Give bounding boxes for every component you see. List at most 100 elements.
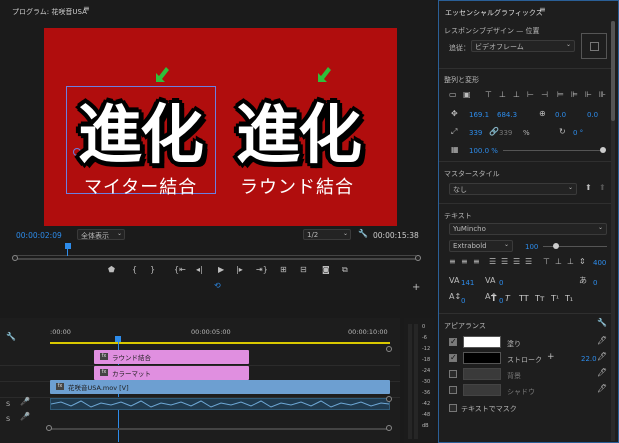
shadow-checkbox[interactable] [449,386,457,394]
pin-center[interactable] [590,42,599,51]
marker-icon[interactable]: ⬟ [108,266,115,274]
camera-icon[interactable]: ◙ [322,266,330,274]
fill-checkbox[interactable] [449,337,457,346]
justify-left-icon[interactable]: ☰ [489,258,496,266]
pin-to-widget[interactable] [581,33,607,59]
anchor-x[interactable]: 0.0 [555,111,566,119]
justify-all-icon[interactable]: ☰ [525,258,532,266]
scrub-bar[interactable] [16,246,416,256]
time-ruler[interactable]: :00:00 00:00:05:00 00:00:10:00 [50,324,388,344]
insert-icon[interactable]: ⊞ [280,266,287,274]
position-x[interactable]: 169.1 [469,111,489,119]
zoom-handle-left[interactable] [12,255,18,261]
master-style-select[interactable]: なし ⌄ [449,183,577,195]
font-style-select[interactable]: Extrabold ⌄ [449,240,513,252]
distribute-center-icon[interactable]: ⊫ [571,91,578,99]
size-value[interactable]: 400 [593,259,606,267]
opacity-slider-track[interactable] [503,150,603,151]
audio-clip[interactable] [50,398,390,410]
opacity-slider-handle[interactable] [600,147,606,153]
superscript-button[interactable]: T¹ [551,294,559,303]
scroll-handle-right[interactable] [386,425,392,431]
mark-in-icon[interactable]: { [132,266,137,274]
shadow-color-swatch[interactable] [463,384,501,396]
timeline-scrollbar[interactable] [50,428,388,430]
push-style-up-icon[interactable]: ⬆ [585,184,592,192]
background-color-swatch[interactable] [463,368,501,380]
small-caps-button[interactable]: Tт [535,294,545,303]
vertical-scroll-handle[interactable] [386,346,392,352]
step-forward-icon[interactable]: |▸ [236,266,243,274]
vertical-scroll-handle[interactable] [386,396,392,402]
menu-icon[interactable]: ≡ [539,6,546,14]
scale-width[interactable]: 339 [469,129,482,137]
program-canvas[interactable]: 進化 進化 マイター結合 ラウンド結合 [44,28,397,226]
eyedropper-icon[interactable]: 🖊 [597,385,607,393]
go-to-out-icon[interactable]: ⇥} [256,266,268,274]
essential-panel-title[interactable]: エッセンシャルグラフィックス [445,8,543,18]
mark-out-icon[interactable]: } [150,266,155,274]
program-panel-title[interactable]: プログラム: 花咲音USA [12,7,87,17]
font-size-value[interactable]: 100 [525,243,538,251]
align-center-icon[interactable]: ⊣ [541,91,548,99]
tsume-value[interactable]: 0 [593,279,597,287]
eyedropper-icon[interactable]: 🖊 [597,337,607,345]
background-checkbox[interactable] [449,370,457,378]
quality-select[interactable]: 1/2 ⌄ [303,229,351,240]
font-size-slider-handle[interactable] [553,243,559,249]
clip-video[interactable]: fx 花咲音USA.mov [V] [50,380,390,394]
align-left-icon[interactable]: ⊢ [527,91,534,99]
align-horizontal-center-icon[interactable]: ▣ [463,91,471,99]
top-align-icon[interactable]: ⊤ [543,258,550,266]
current-timecode[interactable]: 00:00:02:09 [16,231,62,240]
follow-select[interactable]: ビデオフレーム ⌄ [471,40,575,52]
microphone-icon[interactable]: 🎤 [20,413,30,421]
distribute-right-icon[interactable]: ⊩ [585,91,592,99]
mask-with-text-checkbox[interactable] [449,404,457,412]
font-select[interactable]: YuMincho ⌄ [449,223,607,235]
zoom-scrollbar[interactable] [16,258,418,260]
rotation-value[interactable]: 0 ° [573,129,583,137]
fit-select[interactable]: 全体表示 ⌄ [77,229,125,240]
align-text-center-icon[interactable]: ≡ [461,258,468,266]
position-y[interactable]: 684.3 [497,111,517,119]
microphone-icon[interactable]: 🎤 [20,398,30,406]
wrench-icon[interactable]: 🔧 [597,319,607,327]
zoom-handle-right[interactable] [415,255,421,261]
distribute-left-icon[interactable]: ⊨ [557,91,564,99]
align-bottom-icon[interactable]: ⊥ [513,91,520,99]
fill-color-swatch[interactable] [463,336,501,348]
align-text-right-icon[interactable]: ≡ [473,258,480,266]
align-text-left-icon[interactable]: ≡ [449,258,456,266]
align-middle-icon[interactable]: ⊥ [499,91,506,99]
push-style-down-icon[interactable]: ⬆ [599,184,606,192]
compare-icon[interactable]: ⧉ [342,266,348,274]
step-back-icon[interactable]: ◂| [196,266,203,274]
panel-scrollbar-thumb[interactable] [611,21,615,121]
tracking-value[interactable]: 141 [461,279,474,287]
eyedropper-icon[interactable]: 🖊 [597,353,607,361]
overwrite-icon[interactable]: ⊟ [300,266,307,274]
go-to-in-icon[interactable]: {⇤ [174,266,186,274]
bottom-align-icon[interactable]: ⊥ [567,258,574,266]
play-icon[interactable]: ▶ [218,266,224,274]
add-button-icon[interactable]: + [412,283,420,293]
stroke-width-value[interactable]: 22.0 [581,355,597,363]
scroll-handle-left[interactable] [46,425,52,431]
clip-round-join[interactable]: fx ラウンド結合 [94,350,249,364]
all-caps-button[interactable]: TT [519,294,529,303]
justify-center-icon[interactable]: ☰ [501,258,508,266]
wrench-icon[interactable]: 🔧 [6,333,16,341]
italic-button[interactable]: T [505,294,510,303]
distribute-vertical-icon[interactable]: ⊪ [599,91,606,99]
stroke-checkbox[interactable] [449,353,457,362]
link-icon[interactable]: 🔗 [489,128,499,136]
vr-toggle-icon[interactable]: ⟲ [214,282,221,290]
kerning-value[interactable]: 0 [499,279,503,287]
playhead-marker[interactable] [65,243,71,249]
align-top-icon[interactable]: ⊤ [485,91,492,99]
opacity-value[interactable]: 100.0 % [469,147,498,155]
add-stroke-icon[interactable]: + [547,353,555,362]
center-align-icon[interactable]: ⊥ [555,258,562,266]
menu-icon[interactable]: ≡ [83,5,90,13]
